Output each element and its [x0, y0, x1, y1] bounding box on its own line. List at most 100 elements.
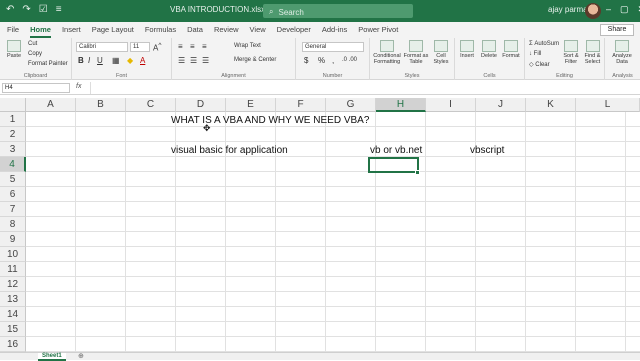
tab-file[interactable]: File [7, 25, 19, 38]
name-box[interactable]: H4 [2, 83, 70, 93]
tab-view[interactable]: View [250, 25, 266, 38]
row-header-5[interactable]: 5 [0, 172, 26, 187]
cell-d1[interactable]: WHAT IS A VBA AND WHY WE NEED VBA? [171, 113, 369, 128]
delete-cells-button[interactable]: Delete [479, 40, 499, 59]
row-header-6[interactable]: 6 [0, 187, 26, 202]
comma-icon[interactable]: , [332, 56, 334, 65]
user-name[interactable]: ajay parmar [548, 5, 590, 14]
tab-review[interactable]: Review [214, 25, 239, 38]
search-box[interactable]: ⌕ Search [263, 4, 413, 18]
borders-icon[interactable]: ▦ [112, 56, 120, 65]
row-header-16[interactable]: 16 [0, 337, 26, 352]
align-center-icon[interactable]: ☰ [190, 56, 197, 65]
column-header-e[interactable]: E [226, 98, 276, 112]
autosum-button[interactable]: Σ AutoSum [529, 41, 559, 47]
column-header-a[interactable]: A [26, 98, 76, 112]
row-header-14[interactable]: 14 [0, 307, 26, 322]
cell-styles-button[interactable]: Cell Styles [430, 40, 452, 65]
font-size-select[interactable]: 11 [130, 42, 150, 52]
tab-data[interactable]: Data [187, 25, 203, 38]
row-header-1[interactable]: 1 [0, 112, 26, 127]
format-as-table-button[interactable]: Format as Table [403, 40, 429, 65]
bold-icon[interactable]: B [78, 56, 84, 65]
column-header-l[interactable]: L [576, 98, 640, 112]
add-sheet-icon[interactable]: ⊕ [78, 353, 84, 360]
align-right-icon[interactable]: ☰ [202, 56, 209, 65]
align-middle-icon[interactable]: ≡ [190, 42, 195, 51]
column-header-c[interactable]: C [126, 98, 176, 112]
clipboard-group: Paste Cut Copy Format Painter Clipboard [0, 38, 72, 80]
column-header-h[interactable]: H [376, 98, 426, 112]
copy-button[interactable]: Copy [28, 51, 42, 57]
format-painter-button[interactable]: Format Painter [28, 61, 68, 67]
number-format-select[interactable]: General [302, 42, 364, 52]
column-header-f[interactable]: F [276, 98, 326, 112]
row-header-8[interactable]: 8 [0, 217, 26, 232]
column-header-d[interactable]: D [176, 98, 226, 112]
tab-page-layout[interactable]: Page Layout [92, 25, 134, 38]
cell-grid[interactable] [26, 112, 640, 352]
row-header-3[interactable]: 3 [0, 142, 26, 157]
align-top-icon[interactable]: ≡ [178, 42, 183, 51]
redo-icon[interactable]: ↷ [22, 4, 30, 15]
sort-filter-button[interactable]: Sort & Filter [561, 40, 581, 65]
fill-button[interactable]: ↓ Fill [529, 51, 541, 57]
tab-formulas[interactable]: Formulas [145, 25, 176, 38]
tab-add-ins[interactable]: Add-ins [322, 25, 347, 38]
format-cells-button[interactable]: Format [501, 40, 521, 59]
row-header-13[interactable]: 13 [0, 292, 26, 307]
more-icon[interactable]: ≡ [56, 4, 62, 15]
maximize-icon[interactable]: ▢ [620, 4, 629, 15]
row-header-12[interactable]: 12 [0, 277, 26, 292]
column-header-k[interactable]: K [526, 98, 576, 112]
align-bottom-icon[interactable]: ≡ [202, 42, 207, 51]
row-header-4[interactable]: 4 [0, 157, 26, 172]
cell-d3[interactable]: visual basic for application [171, 143, 288, 158]
fill-handle[interactable] [415, 170, 420, 175]
row-header-9[interactable]: 9 [0, 232, 26, 247]
merge-center-button[interactable]: Merge & Center [234, 57, 276, 63]
row-header-11[interactable]: 11 [0, 262, 26, 277]
italic-icon[interactable]: I [88, 56, 90, 65]
column-header-g[interactable]: G [326, 98, 376, 112]
share-button[interactable]: Share [600, 24, 634, 36]
row-header-10[interactable]: 10 [0, 247, 26, 262]
tab-power-pivot[interactable]: Power Pivot [358, 25, 398, 38]
cell-j3[interactable]: vbscript [470, 143, 504, 158]
formula-input[interactable] [90, 82, 636, 94]
align-left-icon[interactable]: ☰ [178, 56, 185, 65]
tab-home[interactable]: Home [30, 25, 51, 38]
row-header-15[interactable]: 15 [0, 322, 26, 337]
tab-insert[interactable]: Insert [62, 25, 81, 38]
cut-button[interactable]: Cut [28, 41, 37, 47]
underline-icon[interactable]: U [97, 56, 103, 65]
checkbox-icon[interactable]: ☑ [39, 4, 48, 15]
row-header-2[interactable]: 2 [0, 127, 26, 142]
conditional-formatting-button[interactable]: Conditional Formatting [372, 40, 402, 65]
column-header-b[interactable]: B [76, 98, 126, 112]
currency-icon[interactable]: $ [304, 56, 308, 65]
column-header-j[interactable]: J [476, 98, 526, 112]
fx-icon[interactable]: fx [76, 83, 81, 90]
paste-button[interactable]: Paste [4, 40, 24, 59]
avatar[interactable] [585, 3, 601, 19]
percent-icon[interactable]: % [318, 56, 325, 65]
undo-icon[interactable]: ↶ [6, 4, 14, 15]
column-header-i[interactable]: I [426, 98, 476, 112]
minimize-icon[interactable]: – [606, 4, 611, 15]
cell-h3[interactable]: vb or vb.net [370, 143, 422, 158]
select-all-corner[interactable] [0, 98, 26, 112]
fill-color-icon[interactable]: ◆ [127, 56, 133, 65]
find-select-button[interactable]: Find & Select [582, 40, 603, 65]
analyze-data-button[interactable]: Analyze Data [608, 40, 636, 65]
active-cell-h4[interactable] [368, 157, 419, 173]
row-header-7[interactable]: 7 [0, 202, 26, 217]
tab-developer[interactable]: Developer [277, 25, 311, 38]
clear-button[interactable]: ◇ Clear [529, 61, 550, 68]
insert-cells-button[interactable]: Insert [457, 40, 477, 59]
wrap-text-button[interactable]: Wrap Text [234, 43, 261, 49]
font-color-icon[interactable]: A [140, 56, 145, 65]
decimal-icon[interactable]: .0 .00 [342, 57, 357, 63]
font-name-select[interactable]: Calibri [76, 42, 128, 52]
grow-font-icon[interactable]: A^ [153, 42, 161, 53]
